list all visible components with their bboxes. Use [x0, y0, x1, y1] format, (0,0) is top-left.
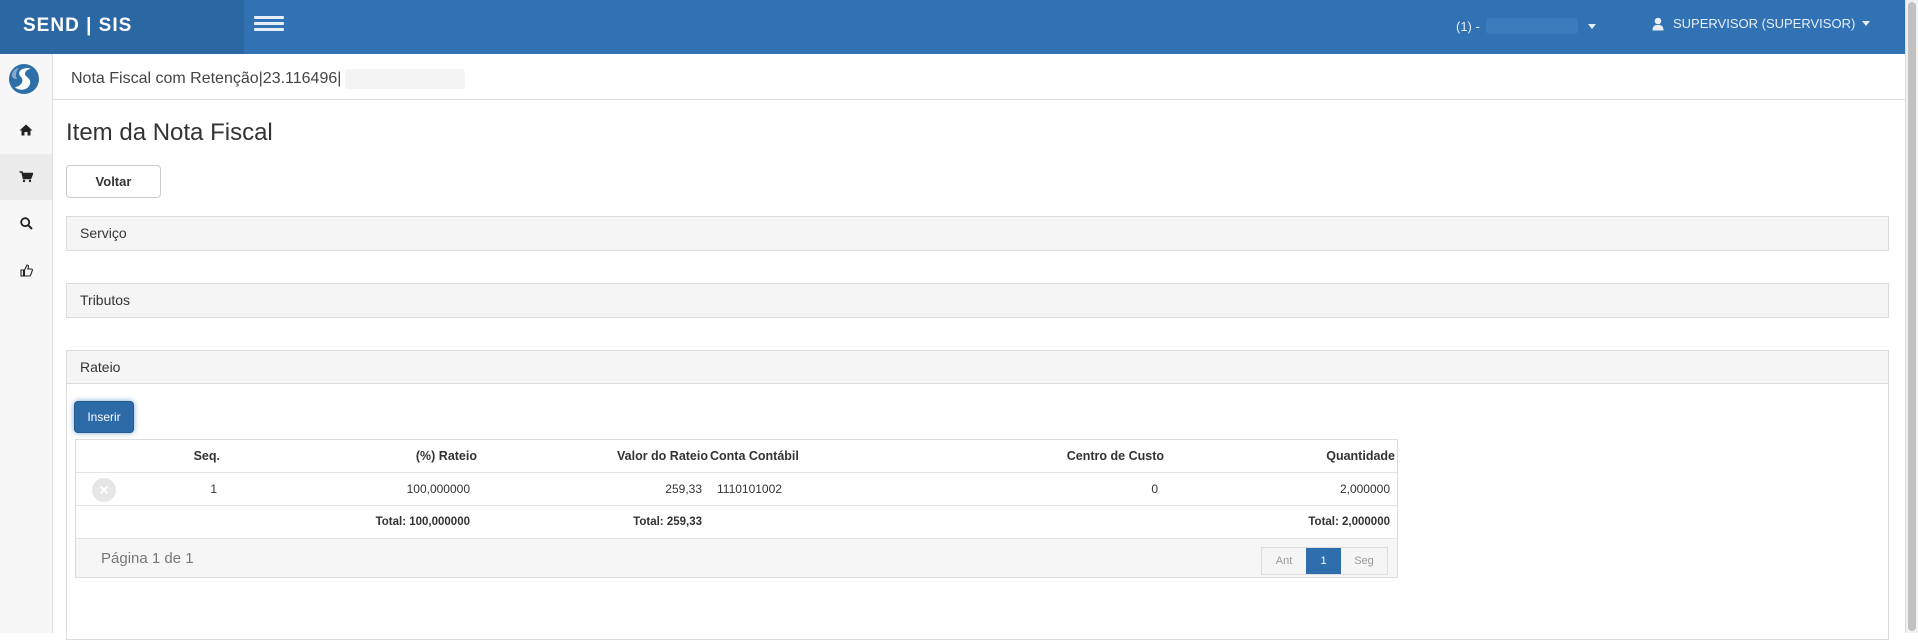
column-header-quantidade[interactable]: Quantidade [1326, 449, 1395, 463]
cell-seq: 1 [210, 482, 217, 496]
cell-conta: 1110101002 [717, 482, 782, 496]
total-quantidade: Total: 2,000000 [1308, 516, 1390, 528]
company-label: (1) - [1456, 18, 1480, 34]
prev-page-button[interactable]: Ant [1262, 548, 1306, 574]
sidebar [0, 54, 53, 633]
close-icon [99, 485, 109, 495]
breadcrumb-bar: Nota Fiscal com Retenção|23.116496| [53, 54, 1905, 100]
table-header-row: Seq. (%) Rateio Valor do Rateio Conta Co… [76, 440, 1397, 473]
panel-rateio: Rateio Inserir Seq. (%) Rateio Valor do … [66, 350, 1889, 640]
column-header-conta[interactable]: Conta Contábil [710, 449, 799, 463]
breadcrumb: Nota Fiscal com Retenção|23.116496| [71, 69, 466, 89]
brand-logo-text[interactable]: SEND | SIS [0, 0, 244, 54]
page-info: Página 1 de 1 [101, 550, 194, 567]
panel-tributos-header[interactable]: Tributos [67, 284, 1888, 317]
delete-row-icon[interactable] [92, 478, 116, 502]
search-icon [19, 216, 33, 230]
panel-servico-header[interactable]: Serviço [67, 217, 1888, 250]
table-pager: Página 1 de 1 Ant 1 Seg [76, 539, 1397, 577]
total-valor: Total: 259,33 [633, 516, 702, 528]
insert-button[interactable]: Inserir [74, 401, 134, 433]
top-navbar: SEND | SIS (1) - SUPERVISOR (SUPERVISOR) [0, 0, 1905, 54]
home-icon [19, 124, 33, 136]
cell-valor: 259,33 [665, 482, 702, 496]
column-header-centro[interactable]: Centro de Custo [1067, 449, 1164, 463]
column-header-valor[interactable]: Valor do Rateio [617, 449, 708, 463]
scrollbar-thumb[interactable] [1908, 2, 1916, 631]
pagination: Ant 1 Seg [1261, 547, 1388, 575]
cell-percent: 100,000000 [406, 482, 470, 496]
page-1-button[interactable]: 1 [1306, 548, 1341, 574]
column-header-percent[interactable]: (%) Rateio [416, 449, 477, 463]
page-title: Item da Nota Fiscal [66, 119, 273, 146]
next-page-button[interactable]: Seg [1341, 548, 1387, 574]
panel-rateio-header[interactable]: Rateio [67, 351, 1888, 384]
user-name: SUPERVISOR (SUPERVISOR) [1673, 16, 1856, 31]
cell-centro: 0 [1151, 482, 1158, 496]
breadcrumb-text: Nota Fiscal com Retenção|23.116496| [71, 70, 342, 87]
app-logo-icon[interactable] [8, 63, 40, 95]
table-totals-row: Total: 100,000000 Total: 259,33 Total: 2… [76, 506, 1397, 539]
company-name-redacted [1485, 18, 1578, 34]
sidebar-item-cart[interactable] [0, 154, 52, 200]
chevron-down-icon [1862, 21, 1871, 26]
breadcrumb-redacted [345, 69, 466, 89]
table-row: 1 100,000000 259,33 1110101002 0 2,00000… [76, 473, 1397, 506]
vertical-scrollbar[interactable] [1905, 0, 1918, 633]
menu-toggle-icon[interactable] [254, 14, 284, 36]
sidebar-item-approvals[interactable] [0, 247, 52, 293]
company-selector[interactable]: (1) - [1456, 18, 1596, 34]
chevron-down-icon [1587, 23, 1596, 29]
back-button[interactable]: Voltar [66, 165, 161, 198]
column-header-seq[interactable]: Seq. [194, 449, 220, 463]
cart-icon [19, 171, 33, 183]
panel-tributos: Tributos [66, 283, 1889, 318]
sidebar-item-home[interactable] [0, 107, 52, 153]
panel-servico: Serviço [66, 216, 1889, 251]
thumbs-up-icon [19, 263, 33, 277]
total-percent: Total: 100,000000 [375, 516, 470, 528]
user-menu[interactable]: SUPERVISOR (SUPERVISOR) [1652, 16, 1871, 31]
sidebar-item-search[interactable] [0, 200, 52, 246]
user-icon [1652, 17, 1664, 30]
cell-quantidade: 2,000000 [1339, 482, 1390, 496]
rateio-table: Seq. (%) Rateio Valor do Rateio Conta Co… [75, 439, 1398, 578]
